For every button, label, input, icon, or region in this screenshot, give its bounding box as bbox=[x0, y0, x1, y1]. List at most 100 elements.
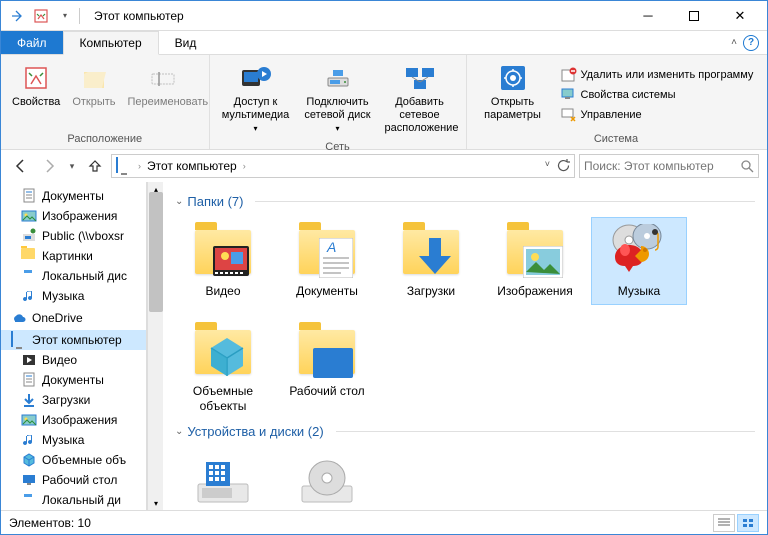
uninstall-program-button[interactable]: Удалить или изменить программу bbox=[559, 66, 756, 84]
tree-item-label: Объемные объ bbox=[42, 453, 126, 467]
folder-icon bbox=[191, 224, 255, 280]
tree-item[interactable]: Музыка bbox=[1, 430, 146, 450]
up-button[interactable] bbox=[83, 154, 107, 178]
media-access-button[interactable]: Доступ к мультимедиа ▾ bbox=[216, 59, 296, 139]
folder-icon bbox=[191, 324, 255, 380]
address-field[interactable]: › Этот компьютер › ˅ bbox=[111, 154, 575, 178]
status-count: Элементов: 10 bbox=[9, 516, 91, 530]
add-network-button[interactable]: Добавить сетевое расположение bbox=[380, 59, 460, 139]
ribbon-help: ˄ ? bbox=[731, 31, 767, 54]
ribbon-group-system: Открыть параметры Удалить или изменить п… bbox=[467, 55, 766, 149]
tree-item-icon bbox=[21, 412, 37, 428]
map-drive-button[interactable]: Подключить сетевой диск ▾ bbox=[298, 59, 378, 139]
folder-item[interactable]: AДокументы bbox=[279, 217, 375, 305]
folder-item[interactable]: Объемные объекты bbox=[175, 317, 271, 420]
forward-button[interactable] bbox=[37, 154, 61, 178]
tree-item-icon bbox=[21, 372, 37, 388]
group-header[interactable]: ⌄Устройства и диски (2) bbox=[175, 424, 755, 439]
address-bar: ▾ › Этот компьютер › ˅ bbox=[1, 150, 767, 182]
qat-properties-icon[interactable] bbox=[33, 8, 49, 24]
manage-button[interactable]: Управление bbox=[559, 106, 756, 124]
properties-button[interactable]: Свойства bbox=[7, 59, 65, 131]
item-label: Загрузки bbox=[407, 284, 455, 298]
tree-item-icon bbox=[21, 208, 37, 224]
system-properties-button[interactable]: Свойства системы bbox=[559, 86, 756, 104]
ribbon-collapse-icon[interactable]: ˄ bbox=[731, 37, 737, 48]
minimize-button[interactable]: ─ bbox=[625, 2, 671, 30]
qat-back-icon[interactable] bbox=[9, 8, 25, 24]
item-grid bbox=[175, 447, 755, 510]
group-header[interactable]: ⌄Папки (7) bbox=[175, 194, 755, 209]
tree-item-label: Изображения bbox=[42, 209, 117, 223]
item-label: Музыка bbox=[618, 284, 660, 298]
tree-item[interactable]: Локальный ди bbox=[1, 490, 146, 510]
tree-item-icon bbox=[21, 248, 37, 264]
tree-item[interactable]: Видео bbox=[1, 350, 146, 370]
folder-item[interactable]: Рабочий стол bbox=[279, 317, 375, 420]
scroll-thumb[interactable] bbox=[149, 192, 163, 312]
tree-item-icon bbox=[21, 432, 37, 448]
search-field[interactable] bbox=[579, 154, 759, 178]
tree-item[interactable]: Документы bbox=[1, 186, 146, 206]
icons-view-button[interactable] bbox=[737, 514, 759, 532]
address-dropdown-icon[interactable]: ˅ bbox=[541, 159, 554, 173]
breadcrumb[interactable]: Этот компьютер bbox=[147, 159, 237, 173]
folder-item[interactable]: Изображения bbox=[487, 217, 583, 305]
tab-view[interactable]: Вид bbox=[159, 31, 213, 54]
drive-item[interactable] bbox=[279, 447, 375, 510]
tree-item-label: Загрузки bbox=[42, 393, 90, 407]
tree-item-label: Public (\\vboxsr bbox=[42, 229, 124, 243]
content-pane[interactable]: ⌄Папки (7) ВидеоAДокументы Загрузки Изображ… bbox=[163, 182, 767, 510]
tree-item[interactable]: Локальный дис bbox=[1, 266, 146, 286]
tree-item[interactable]: OneDrive bbox=[1, 308, 146, 328]
tree-item-label: Документы bbox=[42, 373, 104, 387]
close-button[interactable]: ✕ bbox=[717, 2, 763, 30]
recent-dropdown[interactable]: ▾ bbox=[65, 154, 79, 178]
tree-item-icon bbox=[21, 188, 37, 204]
tree-item[interactable]: Музыка bbox=[1, 286, 146, 306]
drive-item[interactable] bbox=[175, 447, 271, 510]
tree-item[interactable]: Рабочий стол bbox=[1, 470, 146, 490]
folder-item[interactable]: Видео bbox=[175, 217, 271, 305]
folder-item[interactable]: Загрузки bbox=[383, 217, 479, 305]
tree-item[interactable]: Изображения bbox=[1, 206, 146, 226]
disc-drive-icon bbox=[295, 454, 359, 510]
qat-dropdown-icon[interactable]: ▾ bbox=[57, 8, 73, 24]
rename-button: Переименовать bbox=[123, 59, 203, 131]
tree-item[interactable]: Объемные объ bbox=[1, 450, 146, 470]
refresh-icon[interactable] bbox=[556, 159, 570, 173]
tree-item[interactable]: Этот компьютер bbox=[1, 330, 146, 350]
scroll-down-icon[interactable]: ▾ bbox=[149, 496, 163, 510]
folder-icon bbox=[607, 224, 671, 280]
back-button[interactable] bbox=[9, 154, 33, 178]
group-title: Папки (7) bbox=[187, 194, 243, 209]
tree-item-label: Локальный дис bbox=[42, 269, 127, 283]
pc-icon bbox=[116, 158, 132, 174]
tree-item[interactable]: Изображения bbox=[1, 410, 146, 430]
search-input[interactable] bbox=[584, 159, 740, 173]
tree-item[interactable]: Картинки bbox=[1, 246, 146, 266]
tree-item-icon bbox=[21, 288, 37, 304]
tree-item-icon bbox=[21, 268, 37, 284]
tree-scrollbar[interactable]: ▴ ▾ bbox=[147, 182, 163, 510]
svg-text:A: A bbox=[326, 239, 336, 255]
tab-computer[interactable]: Компьютер bbox=[63, 31, 159, 55]
navigation-tree[interactable]: Документы Изображения Public (\\vboxsr Карт… bbox=[1, 182, 147, 510]
ribbon-tabs: Файл Компьютер Вид ˄ ? bbox=[1, 31, 767, 55]
tree-item[interactable]: Документы bbox=[1, 370, 146, 390]
item-label: Объемные объекты bbox=[178, 384, 268, 413]
maximize-button[interactable] bbox=[671, 2, 717, 30]
tree-item-label: Изображения bbox=[42, 413, 117, 427]
folder-item[interactable]: Музыка bbox=[591, 217, 687, 305]
tree-item[interactable]: Public (\\vboxsr bbox=[1, 226, 146, 246]
tree-item-icon bbox=[21, 392, 37, 408]
tree-item-icon bbox=[21, 492, 37, 508]
tab-file[interactable]: Файл bbox=[1, 31, 63, 54]
tree-item-label: Документы bbox=[42, 189, 104, 203]
help-icon[interactable]: ? bbox=[743, 35, 759, 51]
details-view-button[interactable] bbox=[713, 514, 735, 532]
open-settings-button[interactable]: Открыть параметры bbox=[473, 59, 553, 131]
folder-icon bbox=[399, 224, 463, 280]
tree-item[interactable]: Загрузки bbox=[1, 390, 146, 410]
search-icon[interactable] bbox=[740, 159, 754, 173]
